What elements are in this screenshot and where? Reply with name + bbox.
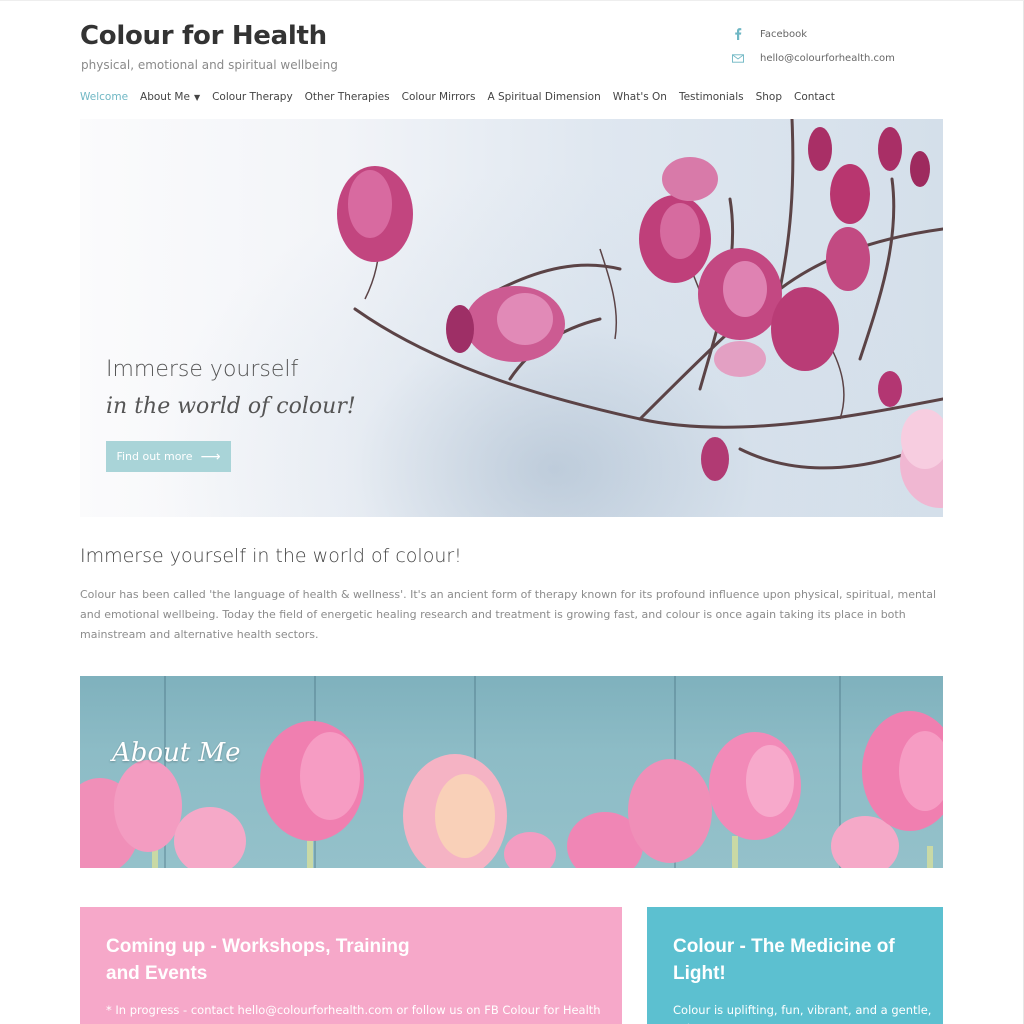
site-tagline: physical, emotional and spiritual wellbe… [81,58,338,72]
nav-item-whats-on[interactable]: What's On [613,91,667,103]
nav-label: Contact [794,91,835,103]
nav-item-spiritual-dimension[interactable]: A Spiritual Dimension [487,91,600,103]
nav-label: A Spiritual Dimension [487,91,601,103]
find-out-more-button[interactable]: Find out more ⟶ [106,441,231,472]
nav-label: Shop [755,91,782,103]
nav-item-colour-mirrors[interactable]: Colour Mirrors [402,91,476,103]
hero-subheading: in the world of colour! [106,394,356,419]
nav-item-about-me[interactable]: About Me ▼ [140,91,200,103]
facebook-link[interactable]: Facebook [732,28,807,40]
facebook-icon [732,28,744,40]
events-card-text: * In progress - contact hello@colourforh… [106,1003,601,1017]
email-address: hello@colourforhealth.com [760,52,895,64]
envelope-icon [732,52,744,64]
tulips-image [80,676,943,868]
page: Colour for Health physical, emotional an… [0,0,1024,1024]
nav-label: Testimonials [678,91,744,103]
hero-heading: Immerse yourself [106,357,299,382]
nav-label: About Me [140,91,190,103]
nav-label: Welcome [80,91,129,103]
nav-label: What's On [612,91,667,103]
intro-paragraph: Colour has been called 'the language of … [80,588,937,641]
nav-item-contact[interactable]: Contact [794,91,835,103]
button-label: Find out more [116,450,193,463]
arrow-right-icon: ⟶ [200,448,221,465]
nav-item-other-therapies[interactable]: Other Therapies [305,91,390,103]
site-title[interactable]: Colour for Health [80,21,327,51]
nav-item-shop[interactable]: Shop [756,91,782,103]
nav-item-colour-therapy[interactable]: Colour Therapy [212,91,293,103]
nav-label: Other Therapies [304,91,390,103]
nav-label: Colour Mirrors [401,91,476,103]
intro-heading: Immerse yourself in the world of colour! [80,545,462,567]
medicine-of-light-card[interactable]: Colour - The Medicine of Light! Colour i… [647,907,943,1024]
nav-label: Colour Therapy [212,91,293,103]
about-me-banner[interactable]: About Me [80,676,943,868]
hero-slider: Immerse yourself in the world of colour!… [80,119,943,517]
facebook-label: Facebook [760,28,807,40]
chevron-down-icon: ▼ [193,92,201,102]
nav-item-welcome[interactable]: Welcome [80,91,128,103]
medicine-card-text: Colour is uplifting, fun, vibrant, and a… [673,1003,932,1024]
main-nav: Welcome About Me ▼ Colour Therapy Other T… [80,91,847,103]
events-card-title: Coming up - Workshops, Training and Even… [106,936,410,984]
about-me-title: About Me [112,738,241,768]
nav-item-testimonials[interactable]: Testimonials [679,91,744,103]
medicine-card-title: Colour - The Medicine of Light! [673,936,895,984]
email-link[interactable]: hello@colourforhealth.com [732,52,895,64]
events-card[interactable]: Coming up - Workshops, Training and Even… [80,907,622,1024]
